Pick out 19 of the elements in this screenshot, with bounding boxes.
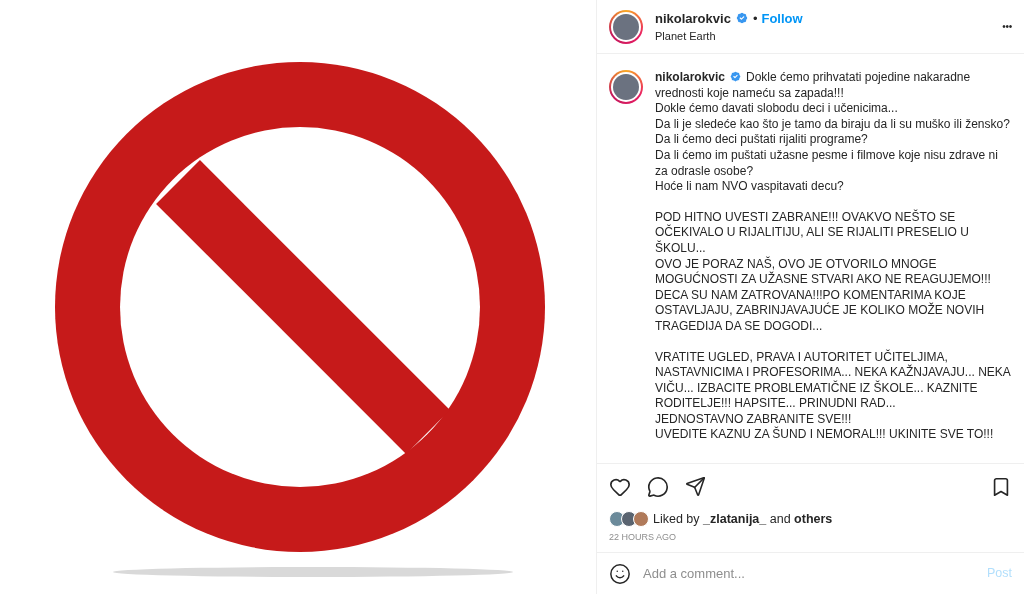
avatar[interactable]: [609, 70, 643, 104]
verified-icon: [734, 11, 749, 26]
caption-paragraph: nikolarokvic Dokle ćemo prihvatati pojedine nakaradne vrednosti koje nameću sa zapada!!! Dokle ćemo davati slobodu deci i učenicima... Da li je sledeće kao što je tamo da biraju da li su muško ili žensko? Da li ćemo deci puštati rijaliti programe? Da li ćemo im puštati užasne pesme i filmove koje nisu zdrave ni za odrasle osobe? Hoće li nam NVO vaspitavati decu?: [655, 70, 1011, 195]
location-text: Planet Earth: [655, 29, 717, 44]
separator-dot: •: [752, 9, 758, 28]
verified-icon: [729, 70, 743, 83]
liker-avatar: [609, 511, 625, 528]
liker-avatar: [621, 511, 637, 528]
more-button[interactable]: •••: [1002, 19, 1012, 34]
liked-by-text: Liked by _zlatanija_ and others: [653, 510, 833, 528]
comment-icon[interactable]: [647, 475, 669, 498]
username-link[interactable]: nikolarokvic: [655, 70, 726, 84]
username-link[interactable]: nikolarokvic: [655, 8, 731, 28]
caption-paragraph: VRATITE UGLED, PRAVA I AUTORITET UČITELJIMA, NASTAVNICIMA I PROFESORIMA... NEKA KAŽNJAVAJU... NEKA VIČU... IZBACITE PROBLEMATIČNE IZ ŠKOLE... KAZNITE RODITELJE!!! HAPSITE... PRINUDNI RAD... JEDNOSTAVNO ZABRANITE SVE!!! UVEDITE KAZNU ZA ŠUND I NEMORAL!!! UKINITE SVE TO!!!: [655, 349, 1012, 444]
liker-avatar: [633, 511, 649, 528]
caption-paragraph: POD HITNO UVESTI ZABRANE!!! OVAKVO NEŠTO SE OČEKIVALO U RIJALITIJU, ALI SE RIJALITI PRESELIO U ŠKOLU... OVO JE PORAZ NAŠ, OVO JE OTVORILO MNOGE MOGUĆNOSTI ZA UŽASNE STVARI AKO NE REAGUJEMO!!! DECA SU NAM ZATROVANA!!!PO KOMENTARIMA KOJE OSTAVLJAJU, ZABRINJAVAJUĆE JE KOLIKO MOŽE NOVIH TRAGEDIJA DA SE DOGODI...: [655, 209, 992, 335]
post-time: 22 HOURS AGO: [609, 530, 678, 544]
share-icon[interactable]: [685, 476, 706, 498]
avatar[interactable]: [609, 9, 643, 44]
